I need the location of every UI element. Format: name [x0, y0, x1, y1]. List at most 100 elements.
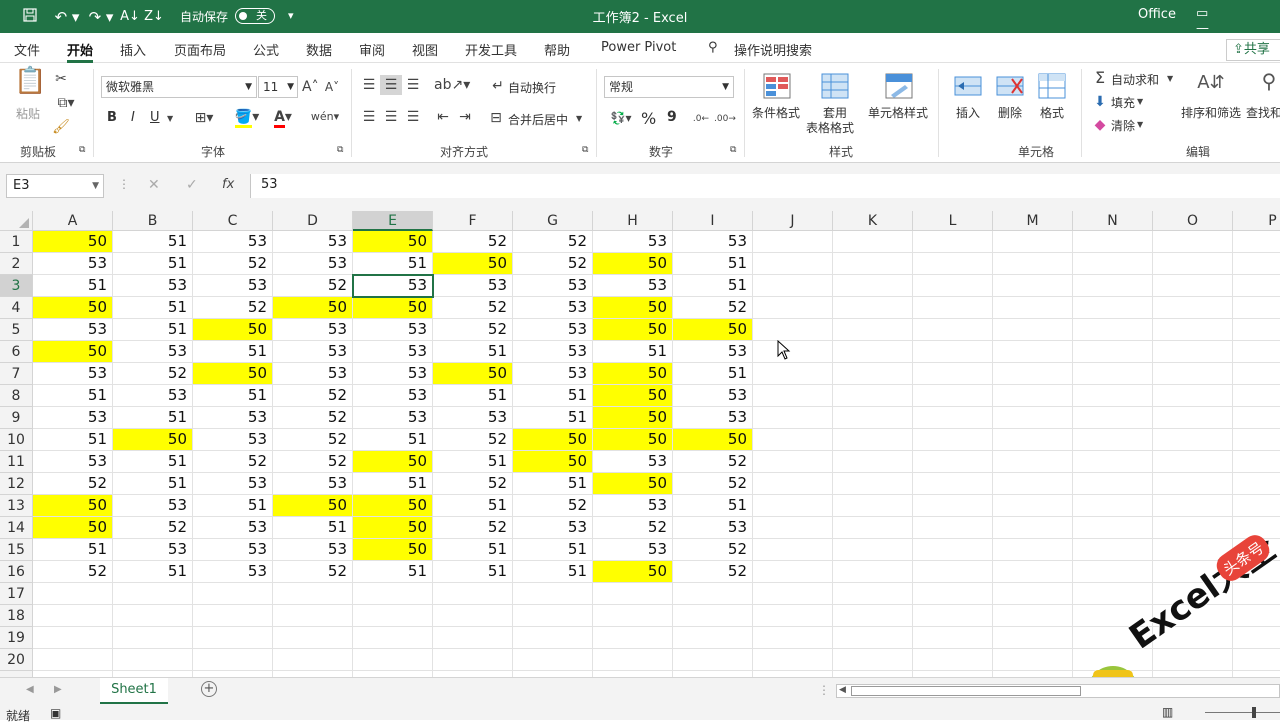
autosum-icon[interactable]: Σ: [1092, 68, 1108, 88]
cell-e13[interactable]: 50: [353, 495, 433, 517]
cell-g17[interactable]: [513, 583, 593, 605]
cell-f1[interactable]: 52: [433, 231, 513, 253]
row-header[interactable]: 8: [0, 385, 33, 407]
format-painter-icon[interactable]: 🖌: [52, 117, 70, 137]
cell-i9[interactable]: 53: [673, 407, 753, 429]
cell-p8[interactable]: [1233, 385, 1280, 407]
cell-f11[interactable]: 51: [433, 451, 513, 473]
cell-l11[interactable]: [913, 451, 993, 473]
cell-m6[interactable]: [993, 341, 1073, 363]
cell-p12[interactable]: [1233, 473, 1280, 495]
decrease-indent-icon[interactable]: ⇤: [434, 107, 452, 127]
cell-p6[interactable]: [1233, 341, 1280, 363]
cell-g19[interactable]: [513, 627, 593, 649]
cell-l14[interactable]: [913, 517, 993, 539]
cell-b19[interactable]: [113, 627, 193, 649]
cell-k16[interactable]: [833, 561, 913, 583]
cell-a8[interactable]: 51: [33, 385, 113, 407]
cell-e9[interactable]: 53: [353, 407, 433, 429]
column-header-o[interactable]: O: [1153, 211, 1233, 231]
align-top-icon[interactable]: ☰: [360, 75, 378, 95]
cell-d11[interactable]: 52: [273, 451, 353, 473]
insert-function-icon[interactable]: fx: [222, 177, 234, 192]
column-header-h[interactable]: H: [593, 211, 673, 231]
fill-icon[interactable]: ⬇: [1092, 92, 1108, 112]
cell-a17[interactable]: [33, 583, 113, 605]
tab-data[interactable]: 数据: [306, 40, 332, 59]
cell-i8[interactable]: 53: [673, 385, 753, 407]
cell-f18[interactable]: [433, 605, 513, 627]
cell-p3[interactable]: [1233, 275, 1280, 297]
cell-j2[interactable]: [753, 253, 833, 275]
format-as-table-label-2[interactable]: 表格格式: [806, 119, 854, 136]
cell-g16[interactable]: 51: [513, 561, 593, 583]
row-header[interactable]: 10: [0, 429, 33, 451]
cell-m4[interactable]: [993, 297, 1073, 319]
cell-p9[interactable]: [1233, 407, 1280, 429]
cell-k20[interactable]: [833, 649, 913, 671]
row-header[interactable]: 4: [0, 297, 33, 319]
cell-f15[interactable]: 51: [433, 539, 513, 561]
cell-e7[interactable]: 53: [353, 363, 433, 385]
cell-j8[interactable]: [753, 385, 833, 407]
column-header-l[interactable]: L: [913, 211, 993, 231]
cell-h8[interactable]: 50: [593, 385, 673, 407]
cell-n12[interactable]: [1073, 473, 1153, 495]
cell-m3[interactable]: [993, 275, 1073, 297]
cell-g18[interactable]: [513, 605, 593, 627]
cell-k6[interactable]: [833, 341, 913, 363]
cell-h16[interactable]: 50: [593, 561, 673, 583]
cell-j20[interactable]: [753, 649, 833, 671]
chevron-down-icon[interactable]: ▼: [1137, 115, 1143, 135]
cell-e20[interactable]: [353, 649, 433, 671]
cell-j5[interactable]: [753, 319, 833, 341]
underline-button[interactable]: U: [150, 110, 160, 125]
cell-c4[interactable]: 52: [193, 297, 273, 319]
row-header[interactable]: 17: [0, 583, 33, 605]
cell-o16[interactable]: [1153, 561, 1233, 583]
cell-c2[interactable]: 52: [193, 253, 273, 275]
decrease-decimal-icon[interactable]: .00→: [714, 109, 736, 129]
column-header-m[interactable]: M: [993, 211, 1073, 231]
cell-n6[interactable]: [1073, 341, 1153, 363]
tab-view[interactable]: 视图: [412, 40, 438, 59]
cell-o1[interactable]: [1153, 231, 1233, 253]
cell-m17[interactable]: [993, 583, 1073, 605]
cell-f5[interactable]: 52: [433, 319, 513, 341]
cell-a20[interactable]: [33, 649, 113, 671]
cell-c14[interactable]: 53: [193, 517, 273, 539]
align-middle-icon[interactable]: ☰: [380, 75, 402, 95]
cell-l2[interactable]: [913, 253, 993, 275]
row-header[interactable]: 18: [0, 605, 33, 627]
row-header[interactable]: 1: [0, 231, 33, 253]
column-header-p[interactable]: P: [1233, 211, 1280, 231]
macro-record-icon[interactable]: ▣: [50, 706, 61, 720]
cell-c5[interactable]: 50: [193, 319, 273, 341]
cell-m2[interactable]: [993, 253, 1073, 275]
cell-o2[interactable]: [1153, 253, 1233, 275]
column-header-n[interactable]: N: [1073, 211, 1153, 231]
cell-styles-icon[interactable]: [884, 73, 914, 101]
cell-d13[interactable]: 50: [273, 495, 353, 517]
horizontal-scrollbar[interactable]: ◀: [836, 684, 1280, 698]
cell-d9[interactable]: 52: [273, 407, 353, 429]
row-header[interactable]: 14: [0, 517, 33, 539]
page-layout-view-icon[interactable]: ▥: [1162, 705, 1173, 719]
next-sheet-icon[interactable]: ▶: [54, 684, 62, 695]
cell-c16[interactable]: 53: [193, 561, 273, 583]
cell-k5[interactable]: [833, 319, 913, 341]
border-icon[interactable]: ⊞▾: [190, 108, 218, 128]
column-header-f[interactable]: F: [433, 211, 513, 231]
cell-h4[interactable]: 50: [593, 297, 673, 319]
cell-a16[interactable]: 52: [33, 561, 113, 583]
cell-e5[interactable]: 53: [353, 319, 433, 341]
cell-l18[interactable]: [913, 605, 993, 627]
cell-k4[interactable]: [833, 297, 913, 319]
merge-center-icon[interactable]: ⊟: [488, 108, 504, 128]
tab-power-pivot[interactable]: Power Pivot: [601, 40, 676, 55]
cell-d19[interactable]: [273, 627, 353, 649]
cell-c13[interactable]: 51: [193, 495, 273, 517]
cell-h5[interactable]: 50: [593, 319, 673, 341]
cell-j9[interactable]: [753, 407, 833, 429]
cell-i11[interactable]: 52: [673, 451, 753, 473]
